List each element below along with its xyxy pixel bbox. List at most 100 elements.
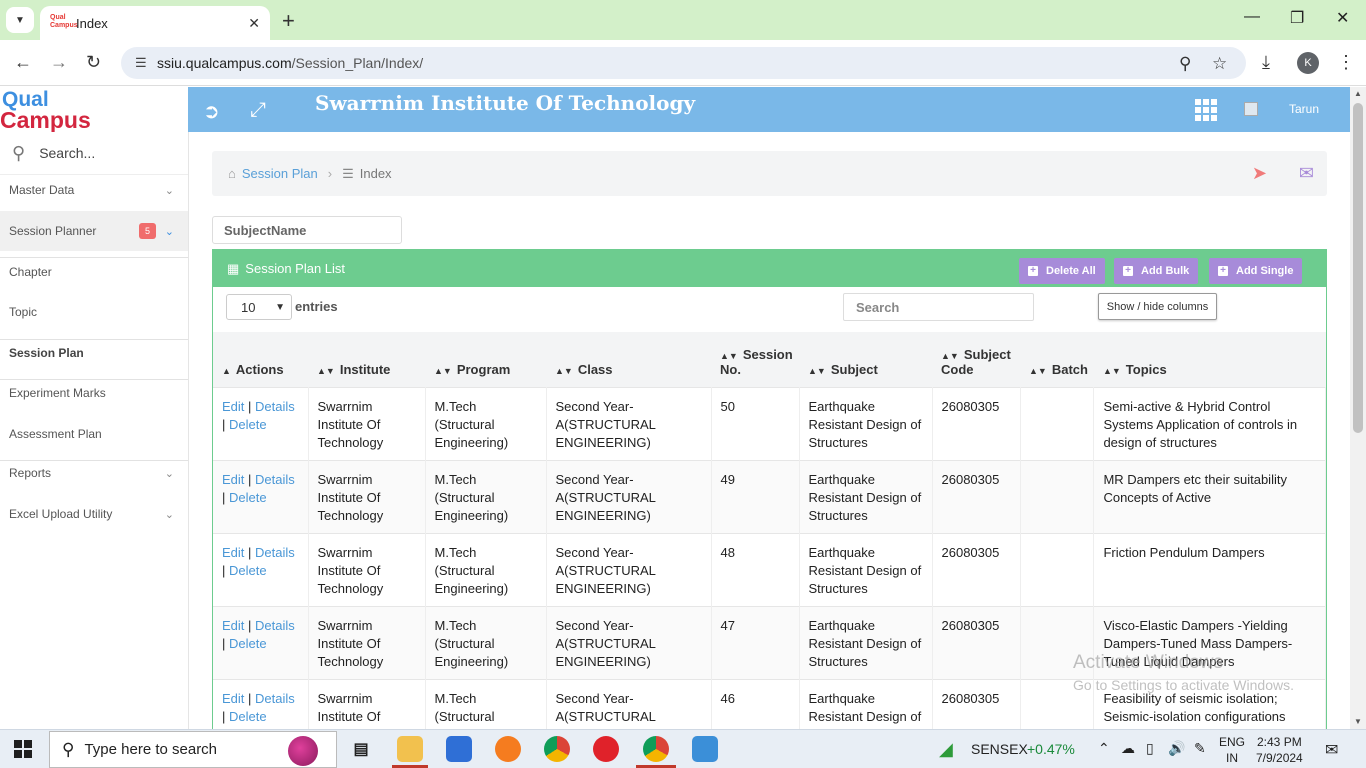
column-header-batch[interactable]: ▲▼ Batch <box>1020 332 1094 387</box>
taskbar-search-box[interactable]: ⚲ Type here to search <box>49 731 337 768</box>
delete-link[interactable]: Delete <box>229 417 267 432</box>
firefox-icon[interactable] <box>495 736 521 762</box>
pen-icon[interactable]: ✎ <box>1194 740 1206 757</box>
scroll-down-icon[interactable]: ▼ <box>1354 717 1362 726</box>
new-tab-button[interactable]: + <box>282 8 295 34</box>
show-hide-columns-button[interactable]: Show / hide columns <box>1098 293 1217 320</box>
zoom-icon[interactable]: ⚲ <box>1179 54 1191 74</box>
sidebar-item-experiment-marks[interactable]: Experiment Marks <box>0 373 188 413</box>
edit-link[interactable]: Edit <box>222 399 244 414</box>
apps-grid-icon[interactable] <box>1195 99 1217 121</box>
column-header-program[interactable]: ▲▼ Program <box>425 332 546 387</box>
edit-link[interactable]: Edit <box>222 691 244 706</box>
address-bar[interactable]: ☰ ssiu.qualcampus.com/Session_Plan/Index… <box>121 47 1246 79</box>
delete-link[interactable]: Delete <box>229 636 267 651</box>
column-header-topics[interactable]: ▲▼ Topics <box>1094 332 1326 387</box>
delete-link[interactable]: Delete <box>229 709 267 724</box>
sidebar-search-input[interactable]: Search... <box>39 145 95 161</box>
delete-link[interactable]: Delete <box>229 490 267 505</box>
page-scrollbar[interactable]: ▲ ▼ <box>1350 87 1366 729</box>
column-header-class[interactable]: ▲▼ Class <box>546 332 711 387</box>
fullscreen-icon[interactable]: ⤢ <box>250 99 266 122</box>
browser-menu-icon[interactable]: ⋮ <box>1337 52 1355 73</box>
photos-icon[interactable] <box>692 736 718 762</box>
microsoft-store-icon[interactable] <box>446 736 472 762</box>
edit-link[interactable]: Edit <box>222 472 244 487</box>
file-explorer-icon[interactable] <box>397 736 423 762</box>
breadcrumb-link[interactable]: Session Plan <box>242 166 318 181</box>
add-bulk-button[interactable]: + Add Bulk <box>1114 258 1199 284</box>
column-header-subject-code[interactable]: ▲▼ Subject Code <box>932 332 1020 387</box>
sidebar-item-assessment-plan[interactable]: Assessment Plan <box>0 414 188 454</box>
network-icon[interactable]: ☁ <box>1121 740 1135 757</box>
back-circle-icon[interactable]: ➲ <box>203 99 220 124</box>
opera-icon[interactable] <box>593 736 619 762</box>
edit-link[interactable]: Edit <box>222 545 244 560</box>
battery-icon[interactable]: ▯ <box>1146 740 1154 757</box>
sidebar-item-excel-upload[interactable]: Excel Upload Utility ⌄ <box>0 494 188 534</box>
language-indicator[interactable]: ENG IN <box>1219 734 1245 766</box>
scroll-up-icon[interactable]: ▲ <box>1354 89 1362 98</box>
page-length-select[interactable]: 10 ▼ <box>226 294 292 320</box>
activation-watermark-title: Activate Windows <box>1073 652 1223 673</box>
scrollbar-thumb[interactable] <box>1353 103 1363 433</box>
details-link[interactable]: Details <box>255 399 295 414</box>
restore-icon[interactable]: ❐ <box>1290 8 1304 28</box>
edit-link[interactable]: Edit <box>222 618 244 633</box>
details-link[interactable]: Details <box>255 472 295 487</box>
tab-search-button[interactable]: ▼ <box>6 7 34 33</box>
add-single-button[interactable]: + Add Single <box>1209 258 1303 284</box>
sort-icon: ▲▼ <box>434 365 452 376</box>
forward-icon[interactable]: → <box>50 52 68 73</box>
user-avatar[interactable] <box>1244 102 1258 116</box>
subject-name-input[interactable]: SubjectName <box>212 216 402 244</box>
mail-icon[interactable]: ✉ <box>1299 163 1314 184</box>
close-window-icon[interactable]: ✕ <box>1336 8 1349 28</box>
chevron-up-icon[interactable]: ⌃ <box>1098 740 1110 757</box>
system-clock[interactable]: 2:43 PM 7/9/2024 <box>1256 734 1303 766</box>
details-link[interactable]: Details <box>255 691 295 706</box>
details-link[interactable]: Details <box>255 545 295 560</box>
column-header-subject[interactable]: ▲▼ Subject <box>799 332 932 387</box>
cell-batch <box>1020 460 1095 533</box>
sidebar-item-label: Session Plan <box>9 346 84 360</box>
logo-line2: Campus <box>0 107 91 133</box>
profile-avatar[interactable]: K <box>1297 52 1319 74</box>
bookmark-star-icon[interactable]: ☆ <box>1212 54 1227 74</box>
site-info-icon[interactable]: ☰ <box>135 55 157 71</box>
ticker-value[interactable]: +0.47% <box>1027 741 1075 757</box>
sidebar-item-master-data[interactable]: Master Data ⌄ <box>0 170 188 210</box>
sidebar-item-chapter[interactable]: Chapter <box>0 252 188 292</box>
chrome-icon[interactable] <box>544 736 570 762</box>
qualcampus-logo[interactable]: Qual Campus <box>0 87 188 133</box>
sidebar-item-reports[interactable]: Reports ⌄ <box>0 453 188 493</box>
sidebar-item-topic[interactable]: Topic <box>0 292 188 332</box>
back-icon[interactable]: ← <box>14 52 32 73</box>
user-name[interactable]: Tarun <box>1289 102 1319 116</box>
notification-center-icon[interactable]: ✉ <box>1325 740 1338 760</box>
task-view-icon[interactable]: ▤ <box>348 736 374 762</box>
volume-icon[interactable]: 🔊 <box>1168 740 1185 757</box>
minimize-icon[interactable]: — <box>1244 8 1260 26</box>
details-link[interactable]: Details <box>255 618 295 633</box>
cell-class: Second Year-A(STRUCTURAL ENGINEERING) <box>546 460 712 533</box>
ticker-name[interactable]: SENSEX <box>971 741 1028 757</box>
home-icon[interactable]: ⌂ <box>228 166 236 181</box>
sidebar-search[interactable]: ⚲ Search... <box>0 132 188 175</box>
cell-session-no: 48 <box>711 533 800 606</box>
send-icon[interactable]: ➤ <box>1252 163 1267 184</box>
table-search-input[interactable]: Search <box>843 293 1034 321</box>
chrome-profile-icon[interactable] <box>643 736 669 762</box>
browser-tab[interactable]: Qual Campus Index ✕ <box>40 6 270 40</box>
delete-link[interactable]: Delete <box>229 563 267 578</box>
column-header-session-no[interactable]: ▲▼ Session No. <box>711 332 799 387</box>
delete-all-button[interactable]: + Delete All <box>1019 258 1105 284</box>
close-tab-icon[interactable]: ✕ <box>248 15 260 32</box>
column-header-actions[interactable]: ▲ Actions <box>213 332 308 387</box>
reload-icon[interactable]: ↻ <box>86 52 101 73</box>
download-icon[interactable]: ⤓ <box>1262 52 1270 73</box>
sidebar-item-session-plan[interactable]: Session Plan <box>0 333 188 373</box>
windows-start-icon[interactable] <box>14 740 32 758</box>
sidebar-item-session-planner[interactable]: Session Planner 5 ⌄ <box>0 211 188 251</box>
column-header-institute[interactable]: ▲▼ Institute <box>308 332 425 387</box>
